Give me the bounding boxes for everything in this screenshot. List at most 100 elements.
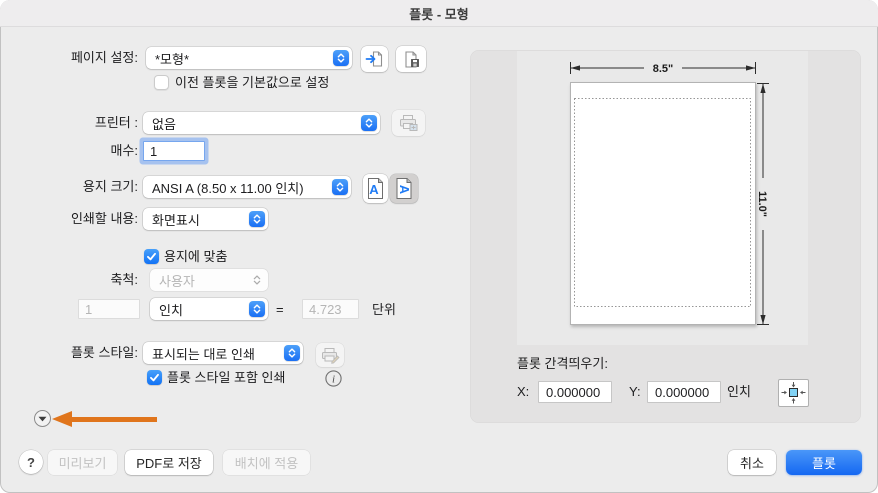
help-label: ? bbox=[27, 454, 35, 470]
copies-value: 1 bbox=[150, 143, 158, 159]
dim-arrow-left-icon bbox=[570, 65, 580, 71]
prev-plot-default-label: 이전 플롯을 기본값으로 설정 bbox=[175, 75, 330, 90]
dim-arrow-up-icon bbox=[760, 83, 766, 93]
scale-units-value: 4.723 bbox=[309, 301, 342, 317]
units-label: 단위 bbox=[372, 302, 396, 317]
fit-to-paper-label: 용지에 맞춤 bbox=[164, 249, 228, 264]
landscape-orientation-button[interactable]: A bbox=[390, 174, 418, 203]
plot-style-label: 플롯 스타일: bbox=[70, 345, 138, 360]
dim-arrow-down-icon bbox=[760, 315, 766, 325]
save-as-pdf-button[interactable]: PDF로 저장 bbox=[125, 450, 213, 475]
portrait-page-icon: A bbox=[368, 178, 383, 199]
plot-style-value: 표시되는 대로 인쇄 bbox=[152, 346, 255, 362]
scale-value: 사용자 bbox=[159, 273, 195, 289]
plot-style-select[interactable]: 표시되는 대로 인쇄 bbox=[143, 342, 303, 364]
svg-text:A: A bbox=[397, 185, 412, 195]
plot-button[interactable]: 플롯 bbox=[786, 450, 862, 475]
fit-to-paper-checkbox[interactable] bbox=[144, 249, 159, 264]
printer-icon bbox=[399, 115, 417, 131]
offset-x-label: X: bbox=[517, 384, 530, 399]
offset-unit-label: 인치 bbox=[727, 384, 751, 399]
print-what-label: 인쇄할 내용: bbox=[70, 211, 138, 226]
cancel-button[interactable]: 취소 bbox=[728, 450, 776, 475]
cancel-label: 취소 bbox=[740, 456, 764, 471]
center-plot-button[interactable] bbox=[778, 379, 809, 407]
apply-to-layout-button[interactable]: 배치에 적용 bbox=[223, 450, 310, 475]
paper-width-dim: 8.5" bbox=[653, 63, 674, 75]
annotation-arrow-body bbox=[70, 417, 157, 422]
equals-sign: = bbox=[276, 302, 284, 317]
checkmark-icon bbox=[150, 373, 159, 382]
copies-label: 매수: bbox=[110, 143, 138, 158]
offset-y-input[interactable]: 0.000000 bbox=[647, 381, 721, 403]
prev-plot-default-checkbox[interactable] bbox=[154, 75, 169, 90]
page-setup-value: *모형* bbox=[155, 51, 190, 67]
chevron-updown-icon bbox=[332, 179, 348, 195]
chevron-updown-icon bbox=[333, 50, 349, 66]
preview-button[interactable]: 미리보기 bbox=[48, 450, 117, 475]
window-title: 플롯 - 모형 bbox=[409, 6, 469, 22]
offset-y-value: 0.000000 bbox=[655, 384, 710, 400]
scale-number-value: 1 bbox=[85, 301, 93, 317]
disclosure-triangle-icon bbox=[38, 416, 47, 421]
scale-units-input[interactable]: 4.723 bbox=[302, 299, 359, 319]
printer-properties-button[interactable] bbox=[392, 110, 425, 136]
annotation-arrow bbox=[52, 411, 157, 428]
import-page-icon bbox=[365, 51, 383, 67]
scale-unit-value: 인치 bbox=[159, 302, 183, 318]
plot-label: 플롯 bbox=[812, 456, 836, 471]
annotation-arrow-head-icon bbox=[52, 411, 72, 427]
chevron-updown-icon bbox=[249, 301, 265, 317]
plot-offset-title: 플롯 간격띄우기: bbox=[517, 356, 608, 371]
printer-value: 없음 bbox=[152, 116, 176, 132]
offset-x-value: 0.000000 bbox=[546, 384, 601, 400]
paper-height-dim: 11.0" bbox=[756, 191, 768, 217]
svg-text:i: i bbox=[332, 373, 335, 385]
expand-more-options-button[interactable] bbox=[34, 410, 51, 427]
save-page-icon bbox=[405, 50, 419, 68]
printer-label: 프린터 : bbox=[94, 115, 138, 130]
scale-select[interactable]: 사용자 bbox=[150, 269, 268, 291]
chevron-updown-icon bbox=[249, 211, 265, 227]
paper-size-select[interactable]: ANSI A (8.50 x 11.00 인치) bbox=[143, 176, 351, 198]
dim-arrow-right-icon bbox=[746, 65, 756, 71]
import-page-setup-button[interactable] bbox=[361, 46, 388, 72]
apply-to-layout-label: 배치에 적용 bbox=[234, 456, 299, 471]
plot-with-styles-checkbox[interactable] bbox=[147, 370, 162, 385]
help-button[interactable]: ? bbox=[19, 450, 43, 474]
portrait-orientation-button[interactable]: A bbox=[363, 174, 388, 203]
dimension-overlay: 8.5" 11.0" bbox=[570, 62, 769, 325]
page-setup-label: 페이지 설정: bbox=[70, 50, 138, 65]
preview-button-label: 미리보기 bbox=[58, 456, 107, 471]
preview-panel: 8.5" 11.0" 플롯 간격띄우기: X: 0.000000 Y: 0.00… bbox=[470, 50, 861, 423]
scale-unit-select[interactable]: 인치 bbox=[150, 298, 268, 320]
edit-plot-style-button[interactable] bbox=[316, 343, 344, 367]
chevron-updown-icon bbox=[284, 345, 300, 361]
page-setup-select[interactable]: *모형* bbox=[146, 47, 352, 69]
plot-with-styles-label: 플롯 스타일 포함 인쇄 bbox=[167, 370, 286, 385]
save-page-setup-button[interactable] bbox=[396, 46, 426, 72]
plot-dialog: 플롯 - 모형 페이지 설정: *모형* 이전 플롯을 기본값으로 설정 프린터… bbox=[0, 0, 878, 493]
copies-input[interactable]: 1 bbox=[143, 141, 205, 161]
offset-x-input[interactable]: 0.000000 bbox=[538, 381, 612, 403]
info-icon: i bbox=[325, 370, 342, 387]
scale-number-input[interactable]: 1 bbox=[78, 299, 140, 319]
paper-size-value: ANSI A (8.50 x 11.00 인치) bbox=[152, 180, 304, 196]
info-button[interactable]: i bbox=[325, 370, 342, 387]
printable-area-border bbox=[574, 98, 751, 307]
print-what-value: 화면표시 bbox=[152, 212, 200, 228]
checkmark-icon bbox=[147, 252, 156, 261]
scale-label: 축척: bbox=[110, 272, 138, 287]
paper-size-label: 용지 크기: bbox=[82, 179, 138, 194]
center-plot-icon bbox=[781, 382, 806, 404]
svg-text:A: A bbox=[369, 182, 379, 197]
save-as-pdf-label: PDF로 저장 bbox=[136, 456, 202, 471]
chevron-updown-icon bbox=[361, 115, 377, 131]
print-what-select[interactable]: 화면표시 bbox=[143, 208, 268, 230]
paper-preview: 8.5" 11.0" bbox=[517, 51, 808, 345]
offset-y-label: Y: bbox=[629, 384, 641, 399]
landscape-page-icon: A bbox=[396, 178, 412, 199]
title-bar: 플롯 - 모형 bbox=[0, 0, 878, 27]
chevron-updown-icon bbox=[249, 272, 265, 288]
printer-select[interactable]: 없음 bbox=[143, 112, 380, 134]
